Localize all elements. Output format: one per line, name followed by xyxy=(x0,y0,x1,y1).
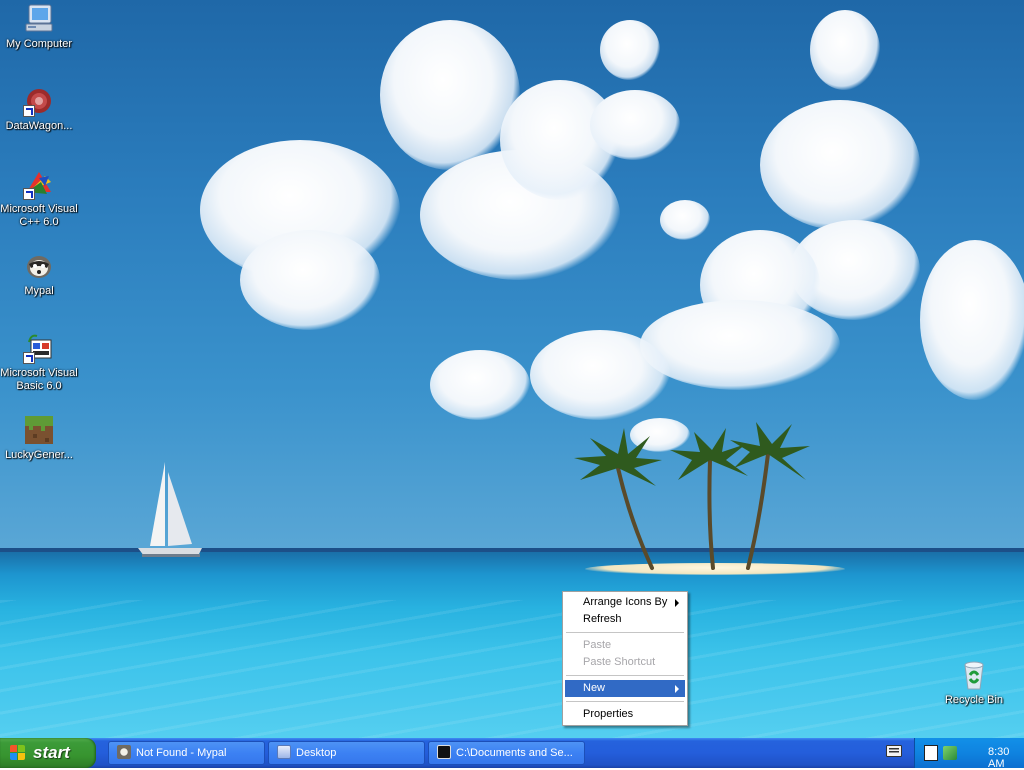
desktop-icon-luckygenerator[interactable]: LuckyGener... xyxy=(0,414,78,462)
visual-cpp-icon xyxy=(23,168,55,200)
menu-item-label: Arrange Icons By xyxy=(583,596,668,608)
desktop-icon-mypal[interactable]: Mypal xyxy=(0,250,78,298)
desktop-icon-recycle-bin[interactable]: Recycle Bin xyxy=(935,659,1013,707)
desktop-icon-label: Recycle Bin xyxy=(944,694,1004,706)
windows-logo-icon xyxy=(10,745,27,761)
shortcut-arrow-icon xyxy=(23,105,35,117)
wallpaper-cloud xyxy=(240,230,380,330)
menu-item-label: Paste Shortcut xyxy=(583,656,656,668)
submenu-arrow-icon xyxy=(675,599,679,607)
menu-item-refresh[interactable]: Refresh xyxy=(565,611,685,628)
menu-item-arrange-icons-by[interactable]: Arrange Icons By xyxy=(565,594,685,611)
desktop-icon-label: Microsoft Visual C++ 6.0 xyxy=(0,203,78,228)
folder-icon xyxy=(277,745,291,760)
menu-item-properties[interactable]: Properties xyxy=(565,706,685,723)
keyboard-icon[interactable] xyxy=(886,745,902,757)
menu-item-label: New xyxy=(583,682,606,694)
desktop-icon-visual-basic[interactable]: Microsoft Visual Basic 6.0 xyxy=(0,332,78,393)
start-label: start xyxy=(33,743,70,762)
start-button[interactable]: start xyxy=(0,738,96,768)
datawagon-icon xyxy=(23,85,55,117)
desktop-icon-label: My Computer xyxy=(5,38,73,50)
wallpaper-cloud xyxy=(430,350,530,420)
taskbar-button-label: Not Found - Mypal xyxy=(136,747,227,759)
taskbar-clock[interactable]: 8:30 AM xyxy=(988,746,1012,770)
wallpaper-cloud xyxy=(590,90,680,160)
wallpaper-cloud xyxy=(530,330,670,420)
wallpaper-cloud xyxy=(380,20,520,170)
taskbar-button-label: C:\Documents and Se... xyxy=(456,747,573,759)
desktop-icon-datawagon[interactable]: DataWagon... xyxy=(0,85,78,133)
shortcut-arrow-icon xyxy=(23,188,35,200)
taskbar-button-desktop[interactable]: Desktop xyxy=(268,741,425,765)
menu-item-paste-shortcut[interactable]: Paste Shortcut xyxy=(565,654,685,671)
wallpaper-cloud xyxy=(810,10,880,90)
desktop-icon-label: Microsoft Visual Basic 6.0 xyxy=(0,367,78,392)
wallpaper-cloud xyxy=(920,240,1024,400)
taskbar-button-mypal[interactable]: Not Found - Mypal xyxy=(108,741,265,765)
my-computer-icon xyxy=(23,3,55,35)
recycle-bin-icon xyxy=(958,659,990,691)
menu-item-label: Refresh xyxy=(583,613,622,625)
menu-item-paste[interactable]: Paste xyxy=(565,637,685,654)
7zip-icon xyxy=(437,745,451,760)
wallpaper-cloud xyxy=(640,300,840,390)
desktop-icon-label: DataWagon... xyxy=(5,120,73,132)
wallpaper-cloud xyxy=(660,200,710,240)
menu-separator xyxy=(566,632,684,633)
sailboat-image xyxy=(138,462,202,557)
desktop-wallpaper[interactable] xyxy=(0,0,1024,738)
desktop-context-menu: Arrange Icons By Refresh Paste Paste Sho… xyxy=(562,591,688,726)
wallpaper-sea-ripples xyxy=(0,600,1024,738)
taskbar: start Not Found - Mypal Desktop C:\Docum… xyxy=(0,738,1024,770)
shortcut-arrow-icon xyxy=(23,352,35,364)
menu-separator xyxy=(566,675,684,676)
wallpaper-cloud xyxy=(600,20,660,80)
desktop-icon-my-computer[interactable]: My Computer xyxy=(0,3,78,51)
taskbar-button-7zip[interactable]: C:\Documents and Se... xyxy=(428,741,585,765)
desktop-icon-label: LuckyGener... xyxy=(5,449,73,461)
palm-trees-image xyxy=(574,422,810,570)
menu-separator xyxy=(566,701,684,702)
taskbar-button-label: Desktop xyxy=(296,747,337,759)
mypal-icon xyxy=(23,250,55,282)
network-icon[interactable] xyxy=(943,746,957,760)
submenu-arrow-icon xyxy=(675,685,679,693)
mypal-icon xyxy=(117,745,131,760)
menu-item-new[interactable]: New xyxy=(565,680,685,697)
visual-basic-icon xyxy=(23,332,55,364)
minecraft-block-icon xyxy=(23,414,55,446)
hfs-icon[interactable] xyxy=(924,745,938,761)
menu-item-label: Properties xyxy=(583,708,634,720)
wallpaper-cloud xyxy=(760,100,920,230)
desktop-icon-visual-cpp[interactable]: Microsoft Visual C++ 6.0 xyxy=(0,168,78,229)
menu-item-label: Paste xyxy=(583,639,612,651)
desktop-icon-label: Mypal xyxy=(24,285,54,297)
